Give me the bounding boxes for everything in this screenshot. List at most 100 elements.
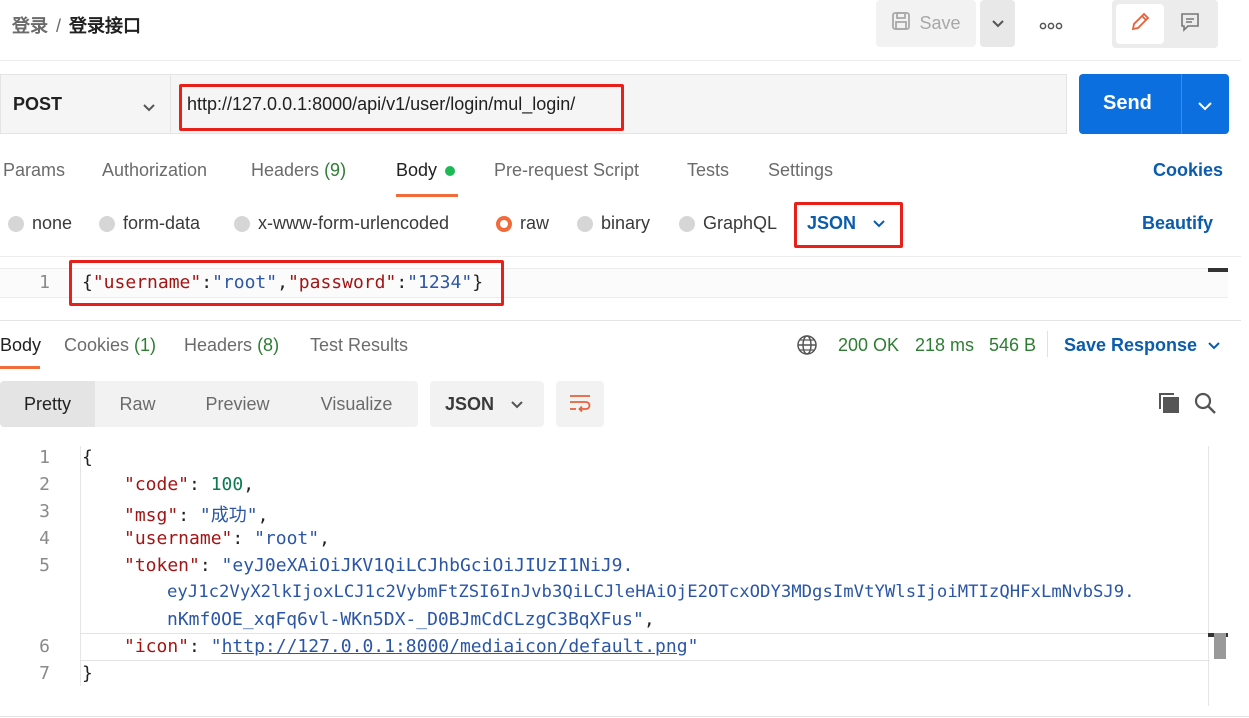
comment-icon bbox=[1179, 11, 1201, 38]
wrap-icon bbox=[568, 392, 592, 417]
tab-label: Cookies bbox=[64, 335, 130, 355]
json-line-token: "token": "eyJ0eXAiOiJKV1QiLCJhbGciOiJIUz… bbox=[124, 555, 634, 576]
view-label: Raw bbox=[119, 393, 156, 414]
line-number: 6 bbox=[39, 636, 50, 657]
chevron-down-icon bbox=[991, 13, 1005, 34]
radio-graphql[interactable]: GraphQL bbox=[679, 213, 777, 234]
format-highlight-box bbox=[794, 202, 903, 248]
radio-raw[interactable]: raw bbox=[496, 213, 549, 234]
copy-icon[interactable] bbox=[1157, 391, 1181, 420]
chevron-down-icon bbox=[1207, 335, 1221, 356]
section-divider bbox=[0, 320, 1241, 321]
view-preview[interactable]: Preview bbox=[180, 381, 295, 427]
editor-scrollbar[interactable] bbox=[1208, 446, 1209, 706]
mode-toggle bbox=[1112, 0, 1218, 48]
radio-none[interactable]: none bbox=[8, 213, 72, 234]
edit-mode-button[interactable] bbox=[1116, 4, 1164, 44]
view-visualize[interactable]: Visualize bbox=[295, 381, 418, 427]
radio-circle bbox=[234, 215, 250, 232]
tab-label: Body bbox=[0, 335, 42, 355]
active-tab-indicator bbox=[396, 194, 458, 197]
radio-label: x-www-form-urlencoded bbox=[258, 213, 450, 233]
response-tab-cookies[interactable]: Cookies (1) bbox=[64, 335, 156, 356]
json-line-code: "code": 100, bbox=[124, 474, 255, 495]
pencil-icon bbox=[1129, 11, 1151, 38]
tab-tests[interactable]: Tests bbox=[687, 160, 729, 181]
view-raw[interactable]: Raw bbox=[95, 381, 180, 427]
tab-label: Tests bbox=[687, 160, 730, 180]
scrollbar-thumb[interactable] bbox=[1214, 633, 1226, 659]
chevron-down-icon bbox=[142, 97, 156, 118]
wrap-lines-button[interactable] bbox=[556, 381, 604, 427]
tab-label: Pre-request Script bbox=[494, 160, 640, 180]
json-token-continuation: eyJ1c2VyX2lkIjoxLCJ1c2VybmFtZSI6InJvb3Qi… bbox=[167, 582, 1135, 602]
view-mode-group: Pretty Raw Preview Visualize bbox=[0, 381, 418, 427]
view-pretty[interactable]: Pretty bbox=[0, 381, 95, 427]
save-label: Save bbox=[919, 13, 961, 33]
globe-icon[interactable] bbox=[796, 334, 818, 361]
send-label: Send bbox=[1103, 92, 1152, 114]
beautify-link[interactable]: Beautify bbox=[1142, 213, 1213, 234]
comment-mode-button[interactable] bbox=[1166, 4, 1214, 44]
save-response-button[interactable]: Save Response bbox=[1064, 335, 1221, 356]
ellipsis-icon bbox=[1039, 14, 1063, 35]
json-token-end: nKmf0OE_xqFq6vl-WKn5DX-_D0BJmCdCLzgC3BqX… bbox=[167, 609, 655, 630]
breadcrumb-parent[interactable]: 登录 bbox=[12, 16, 48, 36]
response-tab-body[interactable]: Body bbox=[0, 335, 41, 356]
tab-authorization[interactable]: Authorization bbox=[102, 160, 207, 181]
tab-settings[interactable]: Settings bbox=[768, 160, 833, 181]
tab-params[interactable]: Params bbox=[3, 160, 65, 181]
radio-label: none bbox=[32, 213, 73, 233]
breadcrumb-current: 登录接口 bbox=[69, 16, 142, 36]
tab-count: (1) bbox=[134, 335, 157, 355]
editor-divider bbox=[0, 256, 1241, 257]
method-label: POST bbox=[13, 93, 63, 114]
line-number: 3 bbox=[39, 501, 50, 522]
view-label: Visualize bbox=[320, 393, 393, 414]
radio-label: binary bbox=[601, 213, 651, 233]
more-options-button[interactable] bbox=[1038, 14, 1064, 34]
chevron-down-icon bbox=[510, 394, 524, 415]
scroll-marker bbox=[1208, 268, 1228, 272]
line-number: 7 bbox=[39, 663, 50, 684]
radio-label: form-data bbox=[123, 213, 201, 233]
response-time[interactable]: 218 ms bbox=[915, 335, 974, 356]
response-size[interactable]: 546 B bbox=[989, 335, 1036, 356]
breadcrumb-separator: / bbox=[56, 16, 62, 36]
line-number: 2 bbox=[39, 474, 50, 495]
tab-label: Headers bbox=[184, 335, 253, 355]
icon-url-link[interactable]: http://127.0.0.1:8000/mediaicon/default.… bbox=[222, 636, 688, 657]
radio-label: GraphQL bbox=[703, 213, 778, 233]
tab-body[interactable]: Body bbox=[396, 160, 456, 181]
response-format-label: JSON bbox=[445, 393, 495, 414]
line-number: 1 bbox=[39, 272, 50, 293]
tab-count: (9) bbox=[324, 160, 347, 180]
save-dropdown-button[interactable] bbox=[980, 0, 1015, 47]
radio-x-www-form-urlencoded[interactable]: x-www-form-urlencoded bbox=[234, 213, 449, 234]
json-open-brace: { bbox=[82, 447, 93, 468]
active-dot-icon bbox=[445, 166, 456, 177]
radio-binary[interactable]: binary bbox=[577, 213, 650, 234]
line-number: 5 bbox=[39, 555, 50, 576]
response-tab-headers[interactable]: Headers (8) bbox=[184, 335, 279, 356]
radio-form-data[interactable]: form-data bbox=[99, 213, 200, 234]
tab-pre-request-script[interactable]: Pre-request Script bbox=[494, 160, 639, 181]
send-button[interactable]: Send bbox=[1079, 74, 1229, 134]
chevron-down-icon[interactable] bbox=[1197, 96, 1213, 117]
save-response-label: Save Response bbox=[1064, 335, 1198, 355]
tab-label: Test Results bbox=[310, 335, 409, 355]
url-highlight-box bbox=[179, 84, 624, 131]
tab-headers[interactable]: Headers (9) bbox=[251, 160, 346, 181]
method-select[interactable]: POST bbox=[0, 74, 170, 134]
response-format-select[interactable]: JSON bbox=[430, 381, 544, 427]
json-line-username: "username": "root", bbox=[124, 528, 330, 549]
status-code[interactable]: 200 OK bbox=[838, 335, 899, 356]
tab-label: Headers bbox=[251, 160, 320, 180]
header-divider bbox=[0, 60, 1241, 61]
radio-circle bbox=[679, 215, 695, 232]
cookies-link[interactable]: Cookies bbox=[1153, 160, 1223, 181]
response-tab-test-results[interactable]: Test Results bbox=[310, 335, 408, 356]
search-icon[interactable] bbox=[1193, 391, 1217, 420]
radio-circle bbox=[8, 215, 24, 232]
save-button[interactable]: Save bbox=[876, 0, 976, 47]
